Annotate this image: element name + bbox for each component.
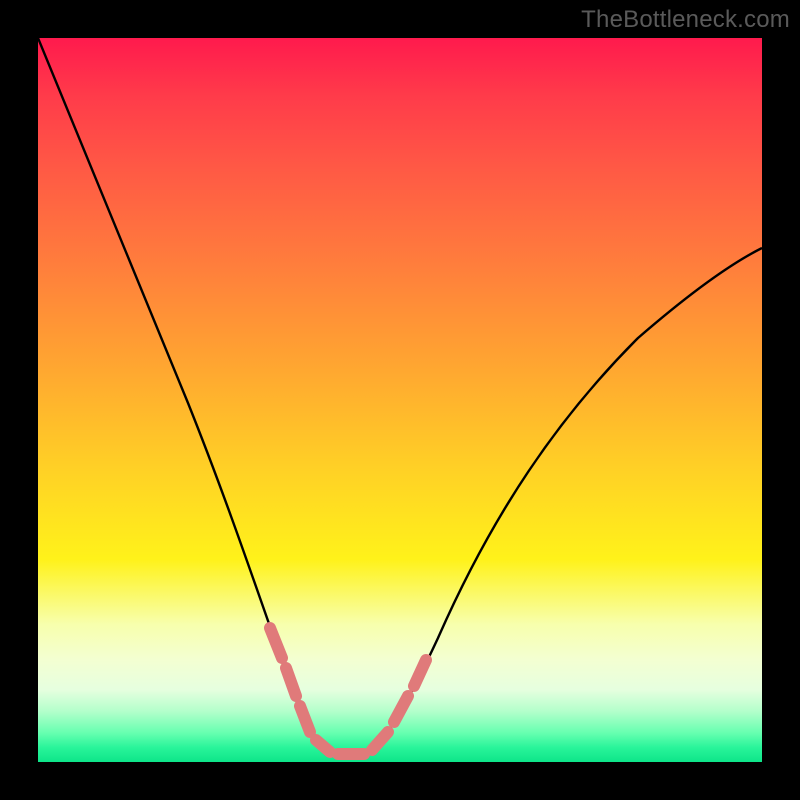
plot-area (38, 38, 762, 762)
bottleneck-curve-path (38, 38, 762, 754)
watermark-text: TheBottleneck.com (581, 6, 790, 34)
chart-frame: TheBottleneck.com (0, 0, 800, 800)
bottleneck-curve (38, 38, 762, 762)
highlight-segments (270, 628, 426, 754)
